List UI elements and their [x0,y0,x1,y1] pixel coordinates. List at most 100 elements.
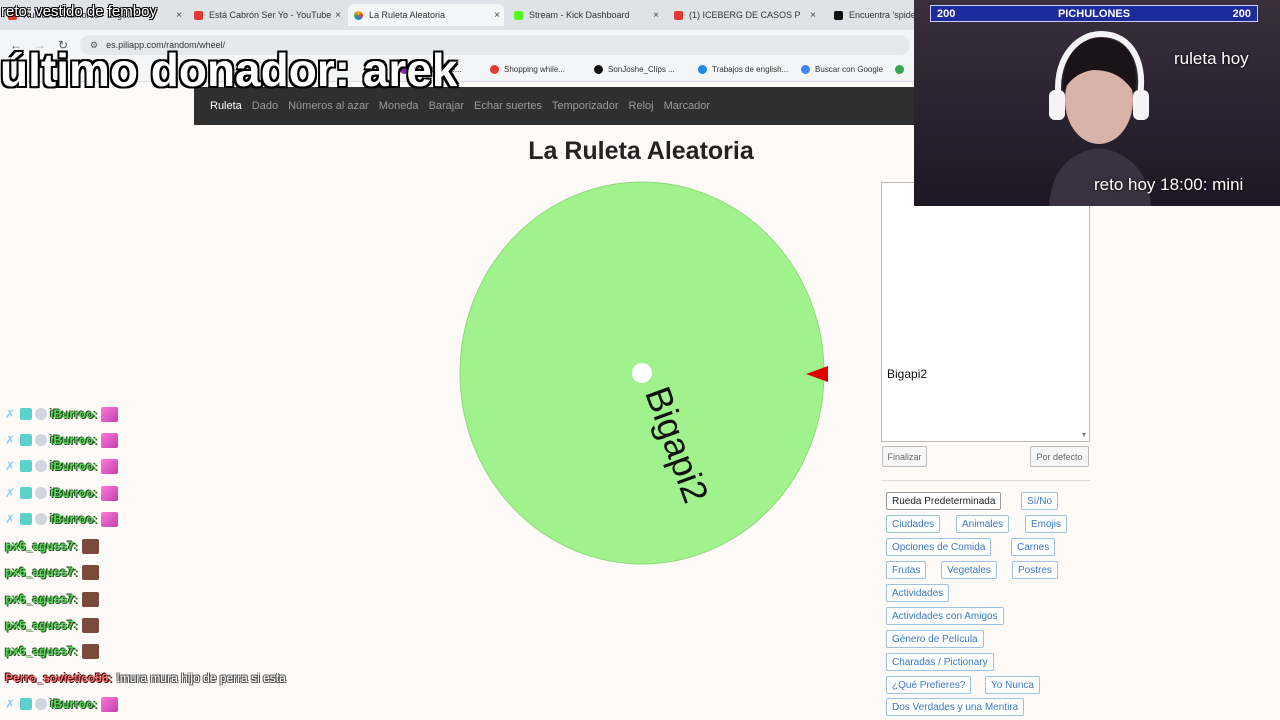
close-icon[interactable]: × [653,10,659,21]
tab-label: Encuentra 'spider [849,10,914,20]
nav-marcador[interactable]: Marcador [664,100,710,112]
chat-message: px6_aguss7: [5,562,99,582]
bookmark-label: SonJoshe_Clips ... [608,65,675,74]
preset-carnes[interactable]: Carnes [1011,538,1056,556]
preset-frutas[interactable]: Frutas [886,561,927,579]
nav-moneda[interactable]: Moneda [379,100,419,112]
preset-ciudades[interactable]: Ciudades [886,515,941,533]
lipstick-emote-icon [101,511,119,527]
finalizar-button[interactable]: Finalizar [882,446,927,467]
subscriber-badge-icon [20,513,32,525]
chat-message: ✗ iBurroo: [5,509,119,529]
chat-message: px6_aguss7: [5,589,99,609]
bookmark-6[interactable] [895,65,909,74]
bookmark-icon [490,65,499,74]
nav-temporizador[interactable]: Temporizador [552,100,619,112]
preset-animales[interactable]: Animales [956,515,1010,533]
wheel-center-hub [632,363,652,383]
preset-opciones-comida[interactable]: Opciones de Comida [886,538,992,556]
score-right: 200 [1232,7,1251,20]
tab-2[interactable]: Está Cabrón Ser Yo - YouTube × [190,4,345,26]
nav-ruleta[interactable]: Ruleta [210,100,242,112]
bookmark-icon [698,65,707,74]
sword-badge-icon: ✗ [5,459,16,473]
chat-text: !mura mura hijo de perra si esta [116,671,286,685]
preset-vegetales[interactable]: Vegetales [941,561,997,579]
preset-yo-nunca[interactable]: Yo Nunca [985,676,1040,694]
sword-badge-icon: ✗ [5,407,16,421]
tab-6[interactable]: Encuentra 'spider [828,4,914,26]
preset-actividades[interactable]: Actividades [886,584,950,602]
bookmark-icon [895,65,904,74]
face-emote-icon [81,643,99,659]
sword-badge-icon: ✗ [5,697,16,711]
lipstick-emote-icon [101,406,119,422]
preset-actividades-amigos[interactable]: Actividades con Amigos [886,607,1004,625]
tiktok-icon [594,65,603,74]
gift-badge-icon [35,698,47,710]
page-title: La Ruleta Aleatoria [528,137,754,165]
chat-username: Perro_sovietico56: [5,671,113,685]
chat-message: ✗ iBurroo: [5,404,119,424]
face-emote-icon [81,538,99,554]
chat-username: iBurroo: [50,407,98,421]
score-bar: 200 PICHULONES 200 [930,5,1258,22]
close-icon[interactable]: × [494,10,500,21]
resize-handle-icon[interactable]: ▾ [1082,430,1086,439]
face-emote-icon [81,564,99,580]
preset-emojis[interactable]: Emojis [1025,515,1068,533]
tab-label: Stream - Kick Dashboard [529,10,630,20]
preset-que-prefieres[interactable]: ¿Qué Prefieres? [886,676,972,694]
nav-echar-suertes[interactable]: Echar suertes [474,100,542,112]
preset-genero-pelicula[interactable]: Género de Película [886,630,984,648]
gift-badge-icon [35,513,47,525]
entry-text: Bigapi2 [887,367,928,381]
chat-username: iBurroo: [50,486,98,500]
por-defecto-button[interactable]: Por defecto [1030,446,1089,467]
nav-barajar[interactable]: Barajar [429,100,464,112]
close-icon[interactable]: × [176,10,182,21]
tab-5[interactable]: (1) ICEBERG DE CASOS PERTUR × [668,4,820,26]
bookmark-label: Trabajos de english... [712,65,789,74]
close-icon[interactable]: × [335,10,341,21]
chat-username: iBurroo: [50,697,98,711]
preset-dos-verdades[interactable]: Dos Verdades y una Mentira [886,698,1025,716]
chat-username: iBurroo: [50,512,98,526]
tab-3[interactable]: La Ruleta Aleatoria × [348,4,504,26]
chat-message: ✗ iBurroo: [5,456,119,476]
chat-username: px6_aguss7: [5,618,78,632]
reto-hoy-text: reto hoy 18:00: mini [1094,175,1244,194]
close-icon[interactable]: × [810,10,816,21]
entries-textarea[interactable]: Bigapi2 ▾ [881,182,1090,442]
preset-si-no[interactable]: Sí/No [1021,492,1059,510]
lipstick-emote-icon [101,485,119,501]
chat-message: ✗ iBurroo: [5,694,119,714]
nav-dado[interactable]: Dado [252,100,278,112]
nav-numeros[interactable]: Números al azar [288,100,369,112]
random-wheel[interactable]: Bigapi2 [456,180,828,570]
face-emote-icon [81,617,99,633]
chat-message: px6_aguss7: [5,536,99,556]
subscriber-badge-icon [20,460,32,472]
nav-reloj[interactable]: Reloj [629,100,654,112]
bookmark-5[interactable]: Buscar con Google [801,65,883,74]
reto-overlay: reto: vestido de femboy [1,3,157,20]
chat-message: ✗ iBurroo: [5,483,119,503]
bookmark-4[interactable]: Trabajos de english... [698,65,788,74]
tab-label: La Ruleta Aleatoria [369,10,446,20]
gift-badge-icon [35,408,47,420]
bookmark-2[interactable]: Shopping while... [490,65,565,74]
preset-rueda-predeterminada[interactable]: Rueda Predeterminada [886,492,1002,510]
subscriber-badge-icon [20,408,32,420]
tab-4[interactable]: Stream - Kick Dashboard × [508,4,663,26]
bookmark-label: Buscar con Google [815,65,884,74]
gift-badge-icon [35,460,47,472]
preset-postres[interactable]: Postres [1012,561,1058,579]
chat-message: px6_aguss7: [5,615,99,635]
chat-username: px6_aguss7: [5,644,78,658]
preset-charadas[interactable]: Charadas / Pictionary [886,653,994,671]
bookmark-3[interactable]: SonJoshe_Clips ... [594,65,675,74]
gift-badge-icon [35,434,47,446]
subscriber-badge-icon [20,487,32,499]
sword-badge-icon: ✗ [5,512,16,526]
